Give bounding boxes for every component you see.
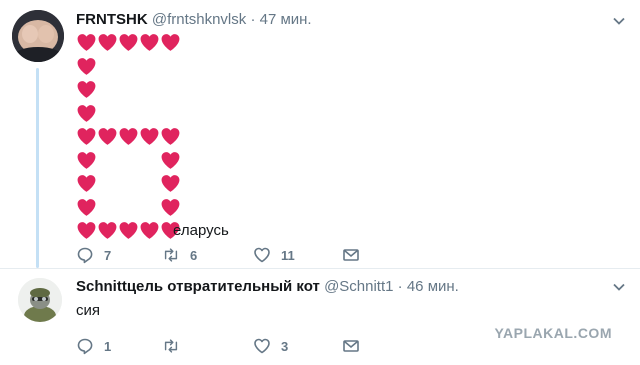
red-heart-icon [140, 34, 159, 51]
timestamp[interactable]: 46 мин. [407, 278, 459, 295]
timestamp[interactable]: 47 мин. [260, 11, 312, 28]
user-handle[interactable]: @Schnitt1 [324, 278, 393, 295]
heart-icon [254, 338, 270, 354]
reply-count: 7 [104, 247, 112, 263]
heart-row [76, 79, 376, 103]
like-count: 3 [281, 338, 289, 354]
red-heart-icon [98, 128, 117, 145]
chevron-down-icon[interactable] [612, 280, 626, 294]
like-button[interactable]: 11 [253, 244, 295, 266]
red-heart-icon [77, 198, 96, 216]
tweet[interactable]: FRNTSHK @frntshknvlsk · 47 мин. еларусь … [0, 0, 640, 270]
red-heart-icon [77, 128, 96, 145]
display-name[interactable]: FRNTSHK [76, 11, 148, 28]
red-heart-icon [77, 175, 96, 192]
red-heart-icon [140, 222, 159, 239]
thread-connector-line [36, 68, 39, 268]
separator-dot: · [250, 11, 256, 28]
tweet-text: еларусь [173, 222, 229, 239]
tweet-header: FRNTSHK @frntshknvlsk · 47 мин. [76, 11, 312, 28]
envelope-icon [343, 340, 359, 352]
red-heart-icon [161, 128, 180, 145]
red-heart-icon [161, 151, 180, 169]
red-heart-icon [77, 34, 96, 51]
avatar[interactable] [18, 278, 62, 322]
red-heart-icon [77, 81, 96, 98]
heart-row [76, 32, 376, 56]
retweet-icon [164, 339, 178, 353]
tweet-text: сия [76, 302, 101, 319]
direct-message-button[interactable] [342, 244, 370, 266]
display-name[interactable]: Schnittцель отвратительный кот [76, 278, 320, 295]
heart-row [76, 56, 376, 80]
separator-dot: · [397, 278, 403, 295]
red-heart-icon [119, 128, 138, 145]
retweet-count: 6 [190, 247, 198, 263]
heart-row [76, 150, 376, 174]
red-heart-icon [161, 175, 180, 192]
tweet-divider [0, 268, 640, 269]
like-button[interactable]: 3 [253, 335, 288, 357]
reply-icon [77, 247, 93, 264]
heart-row [76, 126, 376, 150]
heart-row [76, 197, 376, 221]
red-heart-icon [161, 34, 180, 51]
watermark: YAPLAKAL.COM [494, 325, 612, 341]
heart-icon [254, 247, 270, 263]
avatar[interactable] [12, 10, 64, 62]
red-heart-icon [161, 198, 180, 216]
red-heart-icon [77, 151, 96, 169]
red-heart-icon [119, 34, 138, 51]
red-heart-icon [140, 128, 159, 145]
heart-row [76, 103, 376, 127]
red-heart-icon [98, 34, 117, 51]
red-heart-icon [119, 222, 138, 239]
reply-count: 1 [104, 338, 112, 354]
retweet-button[interactable]: 6 [162, 244, 197, 266]
reply-button[interactable]: 7 [76, 244, 111, 266]
red-heart-icon [77, 222, 96, 239]
envelope-icon [343, 249, 359, 261]
reply-icon [77, 338, 93, 355]
heart-row [76, 173, 376, 197]
red-heart-icon [77, 104, 96, 122]
tweet[interactable]: Schnittцель отвратительный кот @Schnitt1… [0, 270, 640, 365]
red-heart-icon [98, 222, 117, 239]
tweet-header: Schnittцель отвратительный кот @Schnitt1… [76, 278, 459, 295]
chevron-down-icon[interactable] [612, 14, 626, 28]
like-count: 11 [281, 247, 295, 263]
direct-message-button[interactable] [342, 335, 370, 357]
red-heart-icon [77, 57, 96, 75]
retweet-icon [164, 248, 178, 262]
retweet-button[interactable] [162, 335, 190, 357]
reply-button[interactable]: 1 [76, 335, 111, 357]
heart-row: еларусь [76, 220, 376, 244]
user-handle[interactable]: @frntshknvlsk [152, 11, 246, 28]
